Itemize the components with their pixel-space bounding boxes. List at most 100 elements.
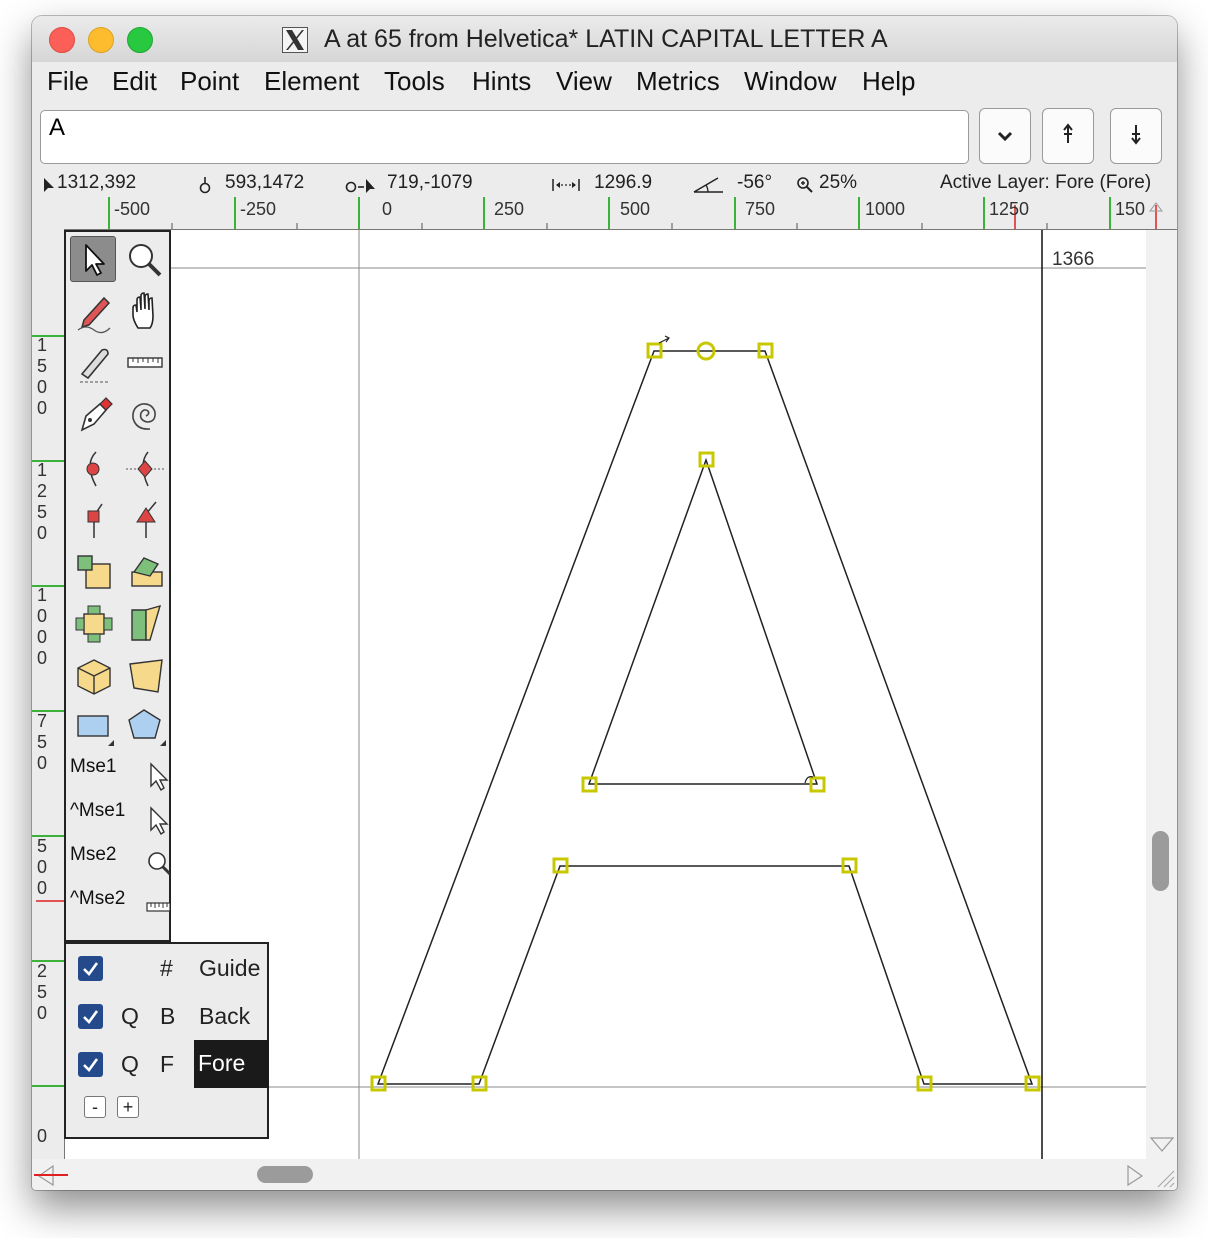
curve-point-icon bbox=[86, 451, 100, 487]
zoom-window-button[interactable] bbox=[127, 27, 153, 53]
tools-palette: Mse1 ^Mse1 Mse2 ^Mse2 bbox=[64, 230, 171, 942]
v-ruler-label: 750 bbox=[36, 711, 47, 773]
layer-key: B bbox=[160, 1003, 176, 1029]
arrow-down-icon bbox=[1131, 125, 1141, 145]
v-ruler-label: 1000 bbox=[36, 585, 47, 668]
skew-icon bbox=[131, 604, 162, 641]
cube-icon bbox=[77, 659, 111, 695]
freehand-tool[interactable] bbox=[72, 290, 118, 336]
glyph-dropdown-button[interactable] bbox=[979, 108, 1031, 164]
mouse-binding-label: ^Mse1 bbox=[70, 800, 126, 821]
magnifier-icon bbox=[148, 852, 170, 876]
delta-value: 719,-1079 bbox=[387, 172, 473, 193]
fore-layer-selected[interactable]: Fore bbox=[194, 1040, 269, 1088]
h-ruler-label: 1000 bbox=[865, 199, 906, 219]
pointer-tool[interactable] bbox=[70, 236, 116, 282]
chevron-down-icon bbox=[997, 131, 1013, 142]
menu-bar: File Edit Point Element Tools Hints View… bbox=[32, 62, 1177, 106]
horizontal-scroll-thumb[interactable] bbox=[257, 1166, 313, 1183]
tangent-point-icon bbox=[136, 501, 157, 538]
resize-grip-icon[interactable] bbox=[1152, 1163, 1176, 1189]
vertical-scrollbar[interactable] bbox=[1146, 230, 1177, 1159]
scroll-down-arrow-icon[interactable] bbox=[1149, 1136, 1175, 1154]
menu-file[interactable]: File bbox=[47, 66, 89, 97]
guide-layer-checkbox[interactable] bbox=[78, 956, 103, 981]
vertical-ruler[interactable]: 1500 1250 1000 750 500 250 0 bbox=[32, 229, 65, 1159]
ruler-tool[interactable] bbox=[124, 342, 170, 388]
menu-point[interactable]: Point bbox=[180, 66, 239, 97]
menu-view[interactable]: View bbox=[556, 66, 612, 97]
scroll-right-arrow-icon[interactable] bbox=[1125, 1165, 1145, 1187]
title-bar[interactable]: A at 65 from Helvetica* LATIN CAPITAL LE… bbox=[32, 16, 1177, 63]
scale-tool[interactable] bbox=[72, 550, 118, 596]
v-ruler-label: 1250 bbox=[36, 460, 47, 543]
horizontal-ruler[interactable]: -500 -250 0 250 500 750 1000 1250 150 bbox=[32, 197, 1177, 230]
glyph-text-field[interactable] bbox=[40, 110, 969, 164]
horizontal-scrollbar[interactable] bbox=[32, 1159, 1177, 1190]
add-tangent-point-tool[interactable] bbox=[124, 498, 170, 544]
pen-tool[interactable] bbox=[72, 394, 118, 440]
layers-palette: # Guide Q B Back Q F Fore - + bbox=[64, 942, 269, 1139]
back-layer-checkbox[interactable] bbox=[78, 1004, 103, 1029]
fore-layer-checkbox[interactable] bbox=[78, 1052, 103, 1077]
add-hvcurve-point-tool[interactable] bbox=[124, 446, 170, 492]
3d-rotate-tool[interactable] bbox=[72, 654, 118, 700]
menu-window[interactable]: Window bbox=[744, 66, 836, 97]
vertical-scroll-thumb[interactable] bbox=[1152, 831, 1169, 891]
corner-point-icon bbox=[87, 503, 103, 538]
polygon-tool[interactable] bbox=[124, 706, 170, 752]
scroll-left-arrow-icon[interactable] bbox=[36, 1165, 56, 1187]
flip-tool[interactable] bbox=[72, 602, 118, 648]
previous-glyph-button[interactable] bbox=[1042, 108, 1094, 164]
menu-element[interactable]: Element bbox=[264, 66, 359, 97]
perspective-icon bbox=[129, 659, 163, 693]
counter-contour[interactable] bbox=[587, 457, 819, 785]
layer-name-fore[interactable]: Fore bbox=[198, 1050, 245, 1077]
add-curve-point-tool[interactable] bbox=[72, 446, 118, 492]
pencil-icon bbox=[77, 296, 111, 334]
menu-help[interactable]: Help bbox=[862, 66, 915, 97]
menu-tools[interactable]: Tools bbox=[384, 66, 445, 97]
hand-icon bbox=[132, 292, 154, 329]
magnify-tool[interactable] bbox=[122, 238, 168, 284]
active-layer-label: Active Layer: Fore (Fore) bbox=[940, 172, 1152, 193]
perspective-tool[interactable] bbox=[124, 654, 170, 700]
scroll-hand-tool[interactable] bbox=[124, 290, 170, 336]
mouse-binding-label: Mse2 bbox=[70, 844, 117, 865]
layer-key: F bbox=[160, 1051, 175, 1077]
rotate-icon bbox=[131, 557, 163, 587]
angle-value: -56° bbox=[737, 172, 773, 193]
rectangle-tool[interactable] bbox=[72, 706, 118, 752]
add-corner-point-tool[interactable] bbox=[72, 498, 118, 544]
menu-hints[interactable]: Hints bbox=[472, 66, 531, 97]
v-ruler-label: 500 bbox=[36, 836, 47, 898]
cursor-position: 1312,392 bbox=[57, 172, 137, 193]
cursor-arrow-icon bbox=[44, 178, 54, 192]
angle-icon bbox=[693, 177, 723, 193]
glyph-text-input[interactable] bbox=[47, 113, 951, 143]
pentagon-icon bbox=[128, 709, 166, 746]
pointer-arrow-icon bbox=[150, 762, 169, 792]
rotate-tool[interactable] bbox=[124, 550, 170, 596]
ruler-origin-marker bbox=[34, 1174, 68, 1176]
mouse-binding-label: Mse1 bbox=[70, 756, 117, 777]
zoom-icon bbox=[797, 177, 813, 193]
spiro-tool[interactable] bbox=[124, 394, 170, 440]
h-ruler-label: 750 bbox=[745, 199, 776, 219]
menu-edit[interactable]: Edit bbox=[112, 66, 157, 97]
menu-metrics[interactable]: Metrics bbox=[636, 66, 720, 97]
close-window-button[interactable] bbox=[49, 27, 75, 53]
skew-tool[interactable] bbox=[124, 602, 170, 648]
minimize-window-button[interactable] bbox=[88, 27, 114, 53]
ruler-icon bbox=[146, 902, 170, 912]
next-glyph-button[interactable] bbox=[1110, 108, 1162, 164]
v-ruler-label: 1500 bbox=[36, 335, 47, 418]
layer-name-back[interactable]: Back bbox=[199, 1003, 250, 1030]
pointer-arrow-icon bbox=[85, 244, 105, 276]
remove-layer-button[interactable]: - bbox=[84, 1096, 106, 1118]
point-position-icon bbox=[199, 177, 211, 194]
knife-tool[interactable] bbox=[72, 342, 118, 388]
add-layer-button[interactable]: + bbox=[117, 1096, 139, 1118]
advance-width-label: 1366 bbox=[1052, 249, 1095, 270]
layer-name-guide[interactable]: Guide bbox=[199, 955, 260, 982]
